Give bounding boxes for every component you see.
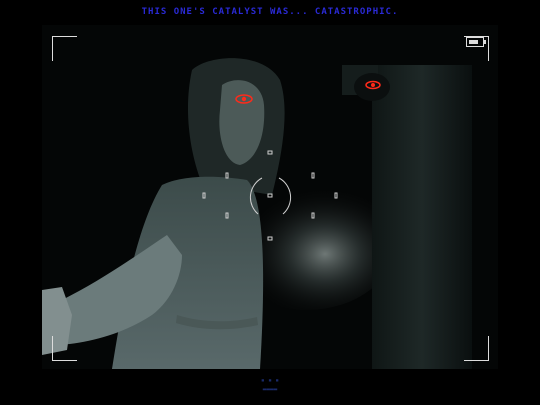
battery-icon — [466, 37, 486, 47]
scene-illustration — [42, 25, 498, 369]
hud-indicator-top: ▪ ▪ ▪ — [260, 377, 280, 384]
doorway-wall — [372, 65, 472, 369]
camera-viewport — [42, 25, 498, 369]
hud-indicator-bottom: ▬▬▬▬ — [262, 386, 278, 393]
background-figure — [354, 73, 390, 101]
dialogue-subtitle: THIS ONE'S CATALYST WAS... CATASTROPHIC. — [141, 7, 399, 17]
viewfinder-corner-top-left — [52, 36, 77, 61]
viewfinder-corner-bottom-left — [52, 336, 77, 361]
viewfinder-corner-bottom-right — [464, 336, 489, 361]
